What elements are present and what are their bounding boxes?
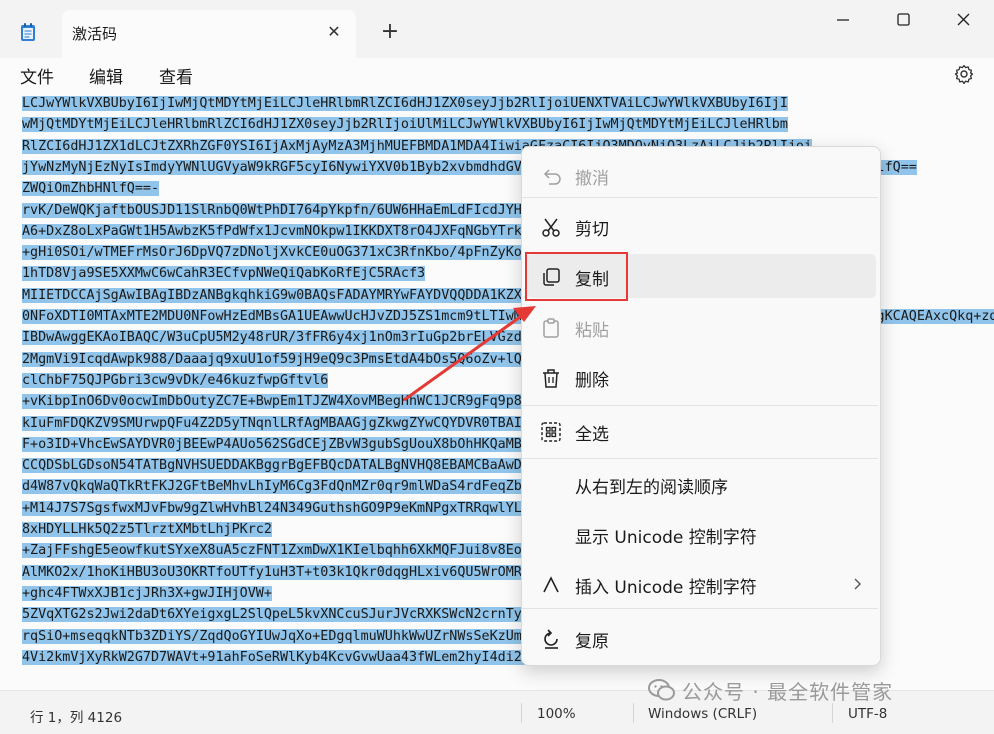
settings-gear-icon[interactable] [953,63,975,85]
selected-text: LCJwYWlkVXBUbyI6IjIwMjQtMDYtMjEiLCJleHRl… [22,96,788,111]
close-window-icon[interactable] [940,6,986,34]
selected-text: ZWQiOmZhbHNlfQ==- [22,181,160,197]
context-menu-label: 全选 [575,425,609,445]
tab-close-icon[interactable]: ✕ [324,22,344,42]
document-tab[interactable]: 激活码 ✕ [62,10,356,58]
context-menu-item[interactable]: 插入 Unicode 控制字符 [526,562,876,606]
encoding: UTF-8 [848,706,888,722]
selected-text: wMjQtMDYtMjEiLCJleHRlbmRlZCI6dHJ1ZX0seyJ… [22,117,788,133]
menu-separator [522,405,878,406]
title-bar: 激活码 ✕ + [0,0,994,58]
text-line: +ghc4FTWxXJB1cjJRh3X+gwJIHjOVW+ [22,584,272,604]
wechat-logo-icon [648,679,675,701]
context-menu-item[interactable]: 剪切 [526,204,876,248]
context-menu-item[interactable]: 从右到左的阅读顺序 [526,462,876,506]
menu-separator [522,458,878,459]
context-menu-item: 撤消 [526,153,876,197]
context-menu-item[interactable]: 全选 [526,409,876,453]
context-menu-label: 剪切 [575,220,609,240]
menu-bar: 文件 编辑 查看 [0,58,994,90]
undo-icon [543,169,561,185]
line-ending: Windows (CRLF) [648,706,758,722]
copy-highlight-box [525,252,628,301]
context-menu: 撤消 剪切 复制 粘贴 删除 全选 从右到左的阅读顺序 显示 Unicode 控制字符 插入 U… [521,146,881,666]
menu-file[interactable]: 文件 [20,63,54,88]
zoom-level: 100% [537,706,576,722]
selected-text: 8xHDYLLHk5Q2z5TlrztXMbtLhjPKrc2 [22,522,272,537]
context-menu-label: 插入 Unicode 控制字符 [575,578,757,598]
context-menu-item[interactable]: 复原 [526,616,876,660]
context-menu-item[interactable]: 显示 Unicode 控制字符 [526,512,876,556]
context-menu-label: 显示 Unicode 控制字符 [575,528,757,548]
selected-text: +ghc4FTWxXJB1cjJRh3X+gwJIHjOVW+ [22,585,272,601]
minimize-icon[interactable] [820,6,866,34]
context-menu-label: 粘贴 [575,321,609,341]
context-menu-item[interactable]: 删除 [526,355,876,399]
text-line: ZWQiOmZhbHNlfQ==- [22,179,160,199]
text-line: clChbF75QJPGbri3cw9vDk/e46kuzfwpGftvl6 [22,371,329,391]
notepad-app-icon [21,23,35,41]
menu-separator [522,197,878,198]
context-menu-label: 从右到左的阅读顺序 [575,478,728,498]
watermark-text: 公众号 · 最全软件管家 [682,680,894,704]
cursor-position: 行 1，列 4126 [30,710,123,726]
text-line: LCJwYWlkVXBUbyI6IjIwMjQtMDYtMjEiLCJleHRl… [22,94,788,114]
menu-edit[interactable]: 编辑 [89,63,123,88]
reconvert-icon [544,629,558,649]
menu-view[interactable]: 查看 [159,63,193,88]
context-menu-label: 删除 [575,371,609,391]
selected-text: clChbF75QJPGbri3cw9vDk/e46kuzfwpGftvl6 [22,372,329,388]
vertical-scrollbar[interactable] [987,98,990,683]
trash-icon [543,369,559,388]
new-tab-button[interactable]: + [378,20,402,44]
paste-icon [543,318,559,338]
context-menu-item: 粘贴 [526,305,876,349]
context-menu-label: 撤消 [575,169,609,189]
selected-text: 1hTD8Vja9SE5XXMwC6wCahR3ECfvpNWeQiQabKoR… [22,266,426,282]
select-all-icon [541,422,561,442]
insert-icon [543,576,559,593]
menu-separator [522,608,878,609]
text-line: 8xHDYLLHk5Q2z5TlrztXMbtLhjPKrc2 [22,520,272,540]
text-line: wMjQtMDYtMjEiLCJleHRlbmRlZCI6dHJ1ZX0seyJ… [22,115,788,135]
maximize-icon[interactable] [880,6,926,34]
text-line: 1hTD8Vja9SE5XXMwC6wCahR3ECfvpNWeQiQabKoR… [22,264,426,284]
chevron-right-icon [854,578,861,590]
scissors-icon [542,218,560,237]
context-menu-label: 复原 [575,632,609,652]
tab-title: 激活码 [72,25,118,43]
